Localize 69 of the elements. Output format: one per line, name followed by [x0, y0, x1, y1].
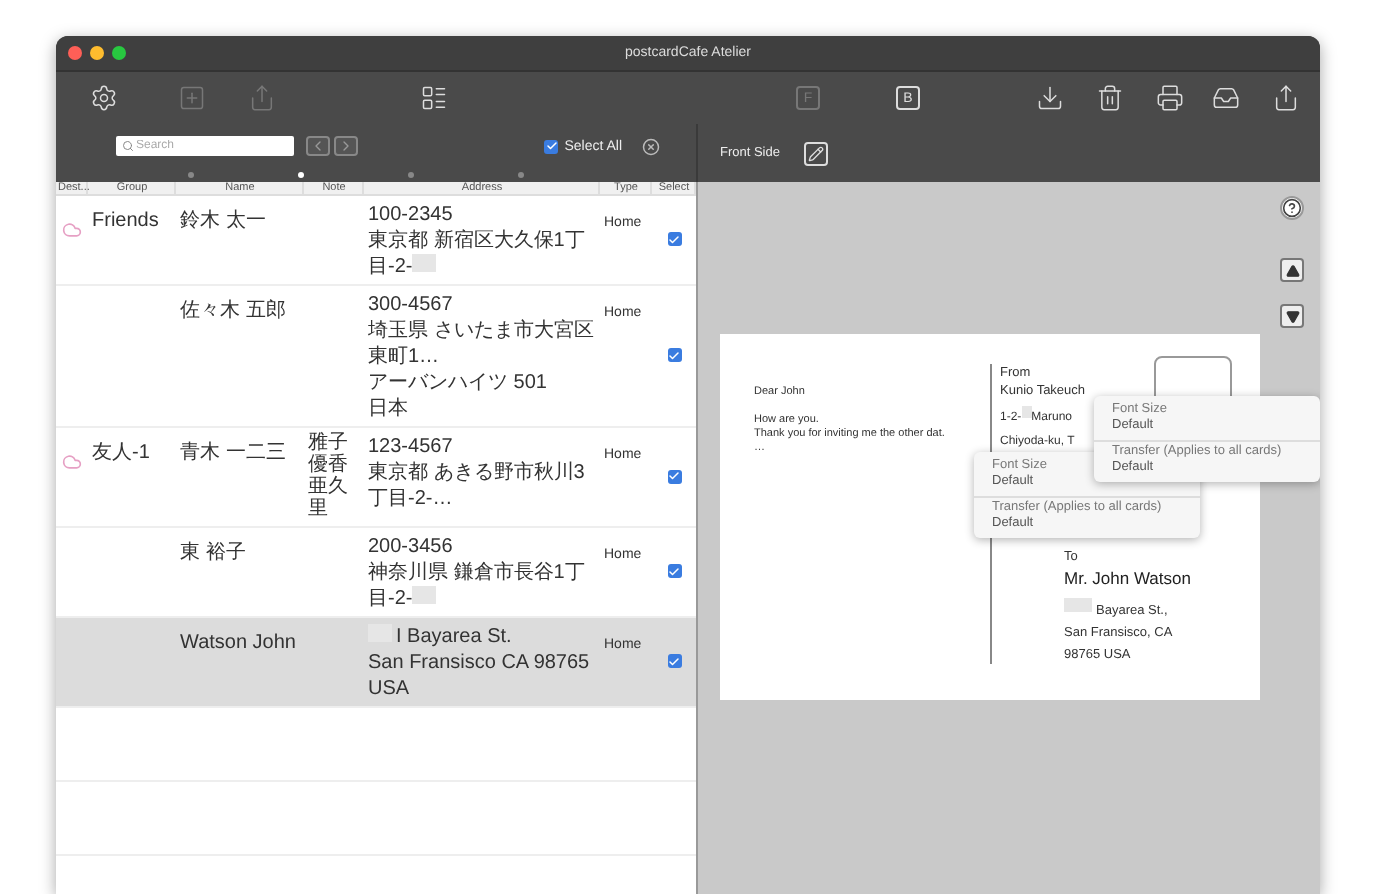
address-line: I Bayarea St. — [396, 626, 512, 648]
list-layout-icon — [420, 84, 448, 112]
close-window-icon[interactable] — [68, 46, 82, 60]
share-icon — [1272, 84, 1300, 112]
pencil-icon — [808, 145, 824, 161]
address-line: San Fransisco CA 98765 — [368, 652, 590, 674]
note-line: 亜久里 — [308, 476, 350, 520]
address-line: 123-4567 — [368, 436, 453, 458]
edit-button[interactable] — [804, 141, 828, 165]
select-checkbox[interactable] — [667, 654, 681, 668]
trash-icon — [1096, 84, 1124, 112]
address-line: 東京都 あきる野市秋川3丁目-2-… — [368, 462, 585, 510]
note-line: 雅子 — [308, 432, 348, 454]
address-line: 東京都 新宿区大久保1丁目-2- — [368, 230, 585, 278]
select-checkbox[interactable] — [667, 564, 681, 578]
help-button[interactable] — [1280, 196, 1304, 220]
chevron-right-icon — [338, 138, 354, 154]
check-icon — [668, 655, 680, 667]
toolbar-button[interactable] — [1156, 84, 1184, 112]
triangle-up-icon — [1285, 263, 1299, 277]
name-cell: Watson John — [180, 632, 296, 654]
zoom-window-icon[interactable] — [112, 46, 126, 60]
group-cell: 友人-1 — [92, 442, 150, 464]
settings-icon — [90, 84, 118, 112]
search-icon — [122, 140, 134, 152]
share-icon — [248, 84, 276, 112]
select-checkbox[interactable] — [667, 469, 681, 483]
clear-icon[interactable] — [642, 137, 660, 155]
page-dot[interactable] — [408, 172, 414, 178]
select-all-checkbox[interactable] — [544, 139, 559, 153]
address-line: 100-2345 — [368, 204, 453, 226]
toolbar-button[interactable] — [1272, 84, 1300, 112]
address-line: アーバンハイツ 501 — [368, 372, 547, 394]
check-icon — [668, 470, 680, 482]
up-button[interactable] — [1280, 258, 1304, 282]
toolbar-button[interactable] — [1096, 84, 1124, 112]
name-cell: 東 裕子 — [180, 542, 246, 564]
check-icon — [545, 140, 558, 152]
group-cell: Friends — [92, 210, 159, 232]
page-dot[interactable] — [188, 172, 194, 178]
recipient-name: Mr. John Watson — [1064, 566, 1193, 592]
triangle-down-icon — [1285, 309, 1299, 323]
name-cell: 鈴木 太一 — [180, 210, 266, 232]
select-checkbox[interactable] — [667, 232, 681, 246]
address-line: USA — [368, 678, 410, 700]
toolbar-button[interactable] — [1036, 84, 1064, 112]
chevron-left-icon — [310, 138, 326, 154]
name-cell: 佐々木 五郎 — [180, 300, 286, 322]
check-icon — [668, 233, 680, 245]
address-line: 神奈川県 鎌倉市長谷1丁目-2- — [368, 562, 585, 610]
page-dot[interactable] — [518, 172, 524, 178]
address-line: 300-4567 — [368, 294, 453, 316]
minimize-window-icon[interactable] — [90, 46, 104, 60]
check-icon — [668, 349, 680, 361]
page-dot[interactable] — [298, 172, 304, 178]
toolbar-button[interactable] — [420, 84, 448, 112]
download-tray-icon — [1036, 84, 1064, 112]
address-line: 200-3456 — [368, 536, 453, 558]
tray-icon — [1212, 84, 1240, 112]
address-line: 日本 — [368, 398, 408, 420]
help-icon — [1282, 198, 1302, 218]
down-button[interactable] — [1280, 304, 1304, 328]
plus-square-icon — [178, 84, 206, 112]
printer-icon — [1156, 84, 1184, 112]
address-line: 埼玉県 さいたま市大宮区東町1… — [368, 320, 594, 368]
check-icon — [668, 565, 680, 577]
note-line: 優香 — [308, 454, 348, 476]
name-cell: 青木 一二三 — [180, 442, 286, 464]
select-checkbox[interactable] — [667, 348, 681, 362]
